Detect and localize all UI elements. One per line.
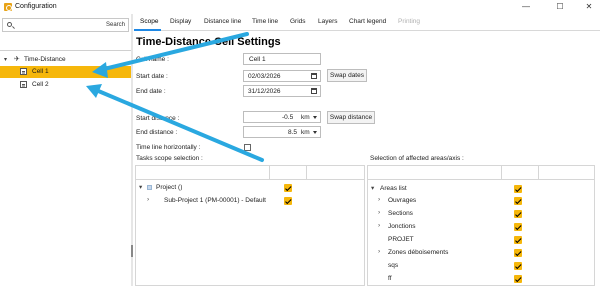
list-item-label: Sub-Project 1 (PM-00001) - Default [164, 197, 266, 204]
checkbox-checked[interactable] [514, 249, 522, 257]
chevron-down-icon[interactable]: ▾ [371, 184, 374, 192]
project-icon [147, 185, 152, 190]
sidebar-divider [0, 50, 131, 51]
chevron-down-icon[interactable] [313, 131, 317, 134]
list-item-label: PROJET [388, 236, 414, 243]
chevron-down-icon[interactable] [313, 116, 317, 119]
checkbox-checked[interactable] [514, 185, 522, 193]
tree-item-label: Time-Distance [24, 56, 66, 63]
checkbox-checked[interactable] [514, 197, 522, 205]
calendar-icon[interactable] [311, 88, 317, 94]
app-gear-icon [4, 3, 12, 11]
column-divider [501, 166, 502, 180]
tab-chart-legend[interactable]: Chart legend [349, 18, 386, 25]
tree-item-cell-1[interactable]: Cell 1 [0, 66, 131, 78]
tab-layers[interactable]: Layers [318, 18, 338, 25]
chevron-right-icon[interactable]: › [378, 196, 380, 203]
cell-name-value: Cell 1 [249, 56, 266, 63]
page-title: Time-Distance Cell Settings [136, 36, 281, 48]
minimize-button[interactable]: — [519, 1, 533, 13]
title-bar: Configuration — ☐ ✕ [0, 0, 600, 14]
list-item-label: sqs [388, 262, 399, 269]
swap-distance-button[interactable]: Swap distance [327, 111, 375, 124]
search-box[interactable]: Search [2, 18, 129, 32]
tab-time-line[interactable]: Time line [252, 18, 278, 25]
search-input[interactable] [17, 20, 87, 30]
close-button[interactable]: ✕ [582, 1, 596, 13]
chevron-down-icon[interactable]: ▾ [4, 56, 7, 63]
list-item-label: ff [388, 275, 392, 282]
end-distance-label: End distance : [136, 129, 178, 136]
tab-grids[interactable]: Grids [290, 18, 306, 25]
grid-header [368, 166, 594, 180]
tasks-scope-grid: ▾ Project () › Sub-Project 1 (PM-00001) … [135, 165, 365, 286]
chevron-down-icon[interactable]: ▾ [139, 183, 142, 191]
end-distance-value: 8.5 [288, 129, 298, 136]
tab-scope[interactable]: Scope [140, 18, 158, 25]
start-distance-value: -0.5 [282, 114, 294, 121]
checkbox-checked[interactable] [514, 210, 522, 218]
cell-icon [20, 81, 27, 88]
column-divider [306, 166, 307, 180]
start-distance-label: Start distance : [136, 115, 180, 122]
calendar-icon[interactable] [311, 73, 317, 79]
list-item-label: Sections [388, 210, 413, 217]
cell-name-label: Cell name : [136, 56, 169, 63]
list-item-label: Areas list [380, 185, 407, 192]
pin-icon: ✈ [14, 56, 20, 63]
checkbox-checked[interactable] [514, 236, 522, 244]
tab-bar: Scope Display Distance line Time line Gr… [134, 15, 600, 31]
areas-label: Selection of affected areas/axis : [370, 155, 464, 162]
checkbox-checked[interactable] [284, 184, 292, 192]
start-distance-unit: km [301, 114, 310, 121]
start-distance-field[interactable]: -0.5 km [243, 111, 321, 123]
tree-item-label: Cell 1 [32, 68, 49, 75]
search-button[interactable]: Search [106, 22, 125, 28]
start-date-field[interactable]: 02/03/2026 [243, 70, 321, 82]
column-divider [538, 166, 539, 180]
checkbox-checked[interactable] [514, 275, 522, 283]
checkbox-checked[interactable] [514, 262, 522, 270]
splitter-grip[interactable] [131, 245, 133, 257]
search-icon [7, 22, 12, 27]
tree-item-time-distance[interactable]: ▾ ✈ Time-Distance [0, 54, 131, 66]
swap-dates-button[interactable]: Swap dates [327, 69, 367, 82]
chevron-right-icon[interactable]: › [147, 196, 149, 203]
start-date-label: Start date : [136, 73, 168, 80]
tasks-scope-label: Tasks scope selection : [136, 155, 203, 162]
end-date-value: 31/12/2026 [248, 88, 281, 95]
tree-item-label: Cell 2 [32, 81, 49, 88]
cell-name-field[interactable]: Cell 1 [243, 53, 321, 65]
sidebar: Search ▾ ✈ Time-Distance Cell 1 Cell 2 [0, 16, 131, 286]
column-divider [269, 166, 270, 180]
end-distance-field[interactable]: 8.5 km [243, 126, 321, 138]
tab-printing: Printing [398, 18, 421, 25]
list-item-label: Ouvrages [388, 197, 417, 204]
cell-icon [20, 68, 27, 75]
checkbox-checked[interactable] [284, 197, 292, 205]
grid-header [136, 166, 364, 180]
time-line-horizontally-label: Time line horizontally : [136, 144, 201, 151]
checkbox-checked[interactable] [514, 223, 522, 231]
time-line-horizontally-checkbox[interactable] [244, 144, 251, 151]
chevron-right-icon[interactable]: › [378, 248, 380, 255]
chevron-right-icon[interactable]: › [378, 222, 380, 229]
list-item-label: Project () [156, 184, 183, 191]
areas-grid: ▾ Areas list › Ouvrages › Sections › Jon… [367, 165, 595, 286]
start-date-value: 02/03/2026 [248, 73, 281, 80]
list-item-label: Jonctions [388, 223, 416, 230]
tab-display[interactable]: Display [170, 18, 191, 25]
tab-distance-line[interactable]: Distance line [204, 18, 241, 25]
end-date-label: End date : [136, 88, 166, 95]
chevron-right-icon[interactable]: › [378, 209, 380, 216]
maximize-button[interactable]: ☐ [553, 1, 567, 13]
list-item-label: Zones déboisements [388, 249, 449, 256]
end-distance-unit: km [301, 129, 310, 136]
active-tab-indicator [134, 29, 161, 31]
tree-item-cell-2[interactable]: Cell 2 [0, 79, 131, 91]
end-date-field[interactable]: 31/12/2026 [243, 85, 321, 97]
window-title: Configuration [15, 3, 57, 10]
